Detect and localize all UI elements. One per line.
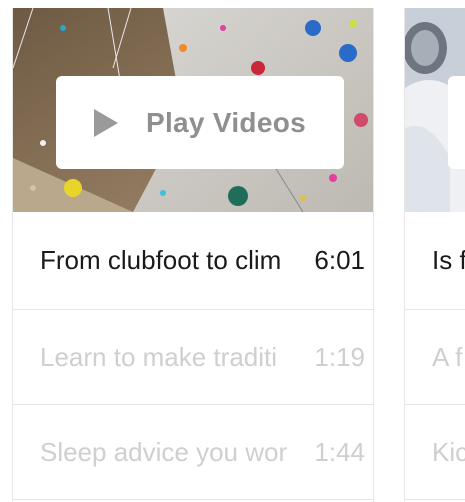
play-videos-button[interactable] [448, 76, 465, 169]
video-duration: 1:44 [314, 436, 365, 467]
video-thumbnail[interactable] [405, 8, 465, 212]
play-videos-button[interactable]: Play Videos [56, 76, 344, 169]
video-title: Kic [432, 436, 465, 467]
video-title: Sleep advice you wor [40, 436, 288, 467]
playlist-item[interactable]: Kic [405, 405, 465, 500]
video-playlist-card: Is f A f Kic [404, 8, 465, 502]
playlist-item[interactable]: From clubfoot to clim 6:01 [13, 212, 373, 310]
play-videos-label: Play Videos [146, 106, 306, 138]
video-playlist-card: Play Videos From clubfoot to clim 6:01 L… [12, 8, 374, 502]
video-duration: 6:01 [314, 245, 365, 275]
playlist-item[interactable]: A f [405, 310, 465, 405]
video-duration: 1:19 [314, 341, 365, 372]
video-thumbnail[interactable]: Play Videos [13, 8, 373, 212]
video-carousel: Play Videos From clubfoot to clim 6:01 L… [0, 0, 465, 502]
playlist-item[interactable]: Learn to make traditi 1:19 [13, 310, 373, 405]
video-title: Learn to make traditi [40, 341, 278, 372]
playlist-item[interactable]: Is f [405, 212, 465, 310]
video-title: A f [432, 341, 463, 372]
playlist-item[interactable]: Sleep advice you wor 1:44 [13, 405, 373, 500]
video-title: From clubfoot to clim [40, 245, 282, 275]
video-title: Is f [432, 245, 465, 275]
play-triangle-icon [94, 108, 118, 137]
